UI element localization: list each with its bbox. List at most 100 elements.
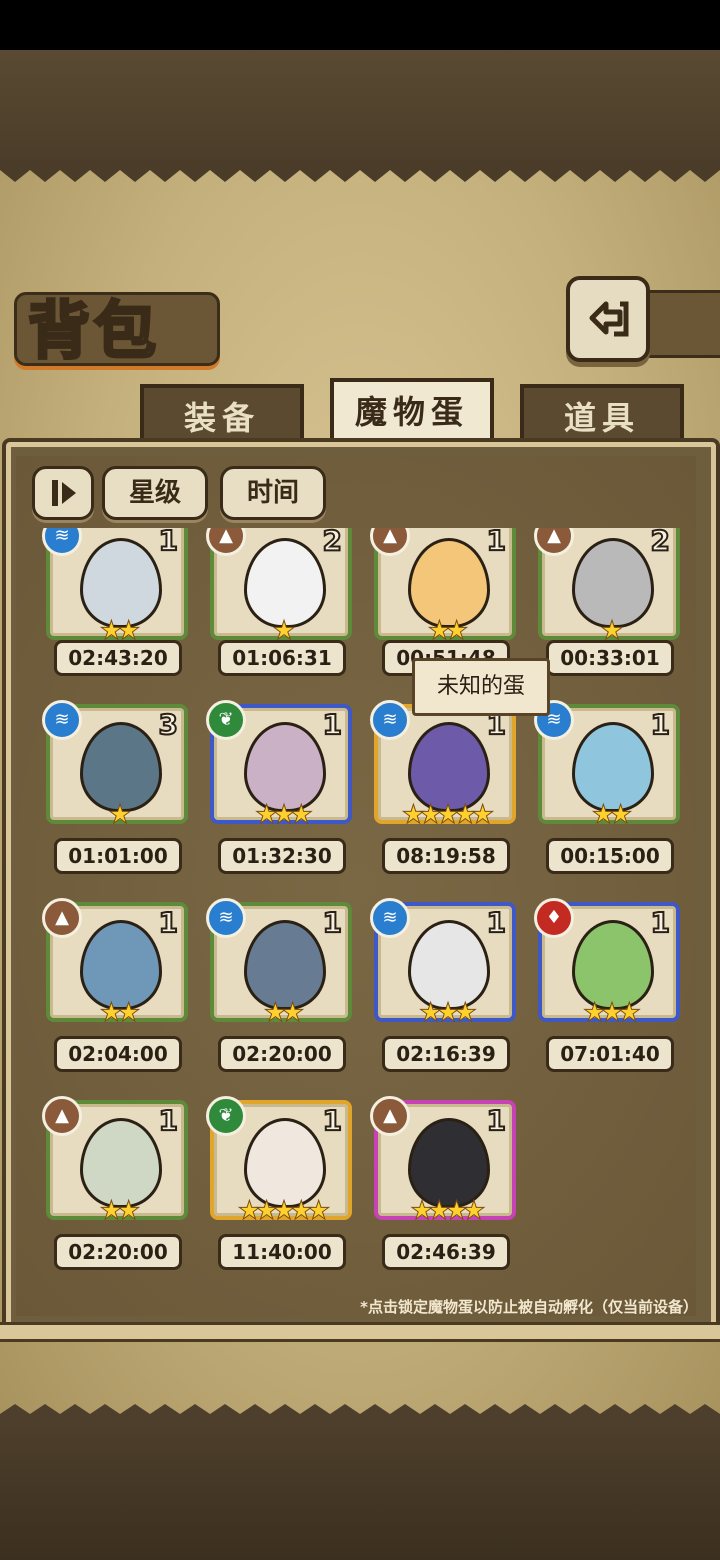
egg-count: 1 [485,528,507,558]
hatch-timer: 07:01:40 [546,1036,674,1072]
hatch-timer: 01:32:30 [218,838,346,874]
bottom-map-banner [0,1420,720,1560]
back-button[interactable] [566,276,650,362]
top-torn-edge [0,160,720,182]
egg-count: 2 [321,528,343,558]
order-toggle-icon [52,480,76,506]
hatch-timer: 00:33:01 [546,640,674,676]
egg-count: 1 [485,905,507,940]
egg-card[interactable]: ≋ 1 ★★ [534,700,680,831]
egg-count: 1 [321,905,343,940]
back-button-rail [644,290,720,358]
earth-element-icon: ▲ [534,528,574,556]
water-element-icon: ≋ [42,528,82,556]
egg-icon [408,722,490,812]
water-element-icon: ≋ [42,700,82,740]
egg-card[interactable]: ▲ 1 ★★ [42,898,188,1029]
egg-card[interactable]: ❦ 1 ★★★★★ [206,1096,352,1227]
egg-card[interactable]: ▲ 2 ★ [206,528,352,647]
egg-icon [244,538,326,628]
egg-count: 3 [157,707,179,742]
egg-icon [244,920,326,1010]
star-rating: ★★★★★ [237,1196,331,1227]
star-rating: ★★★ [583,998,642,1029]
egg-card[interactable]: ≋ 1 ★★★ [370,898,516,1029]
top-map-banner [0,50,720,170]
earth-element-icon: ▲ [370,528,410,556]
star-rating: ★ [108,800,132,831]
egg-card[interactable]: ▲ 2 ★ [534,528,680,647]
fire-element-icon: ♦ [534,898,574,938]
page-title: 背包 [26,293,161,369]
star-rating: ★★ [263,998,305,1029]
hatch-timer: 00:15:00 [546,838,674,874]
return-arrow-icon [589,301,629,337]
egg-card[interactable]: ▲ 1 ★★ [42,1096,188,1227]
water-element-icon: ≋ [370,700,410,740]
egg-icon [80,722,162,812]
egg-count: 1 [157,528,179,558]
egg-icon [80,1118,162,1208]
egg-icon [80,538,162,628]
tab-monster-eggs[interactable]: 魔物蛋 [330,378,494,448]
egg-icon [572,722,654,812]
egg-count: 1 [157,1103,179,1138]
star-rating: ★★★ [255,800,314,831]
egg-icon [80,920,162,1010]
tab-items[interactable]: 道具 [520,384,684,444]
egg-tooltip: 未知的蛋 [412,658,550,716]
egg-card[interactable]: ≋ 1 ★★ [42,528,188,647]
star-rating: ★★ [591,800,633,831]
egg-count: 1 [321,1103,343,1138]
earth-element-icon: ▲ [42,898,82,938]
star-rating: ★★★★ [410,1196,486,1227]
egg-count: 1 [321,707,343,742]
order-toggle-button[interactable] [32,466,94,520]
hatch-timer: 02:46:39 [382,1234,510,1270]
egg-card[interactable]: ❦ 1 ★★★ [206,700,352,831]
star-rating: ★★ [99,998,141,1029]
tab-label: 魔物蛋 [354,393,469,431]
egg-icon [244,722,326,812]
panel-bottom-rail [0,1322,720,1342]
sort-by-star-button[interactable]: 星级 [102,466,208,520]
egg-count: 1 [157,905,179,940]
hatch-timer: 02:04:00 [54,1036,182,1072]
sort-by-time-button[interactable]: 时间 [220,466,326,520]
star-rating: ★★ [99,1196,141,1227]
hatch-timer: 02:43:20 [54,640,182,676]
earth-element-icon: ▲ [206,528,246,556]
hatch-timer: 01:01:00 [54,838,182,874]
egg-count: 2 [649,528,671,558]
hatch-timer: 02:16:39 [382,1036,510,1072]
leaf-element-icon: ❦ [206,1096,246,1136]
egg-icon [572,538,654,628]
bottom-torn-edge [0,1404,720,1426]
egg-card[interactable]: ≋ 3 ★ [42,700,188,831]
hatch-timer: 01:06:31 [218,640,346,676]
egg-grid: ≋1★★02:43:20▲2★01:06:31▲1★★00:51:48▲2★00… [16,528,696,1288]
star-rating: ★★★ [419,998,478,1029]
egg-count: 1 [649,905,671,940]
egg-card[interactable]: ≋ 1 ★★★★★ [370,700,516,831]
egg-icon [244,1118,326,1208]
water-element-icon: ≋ [370,898,410,938]
egg-icon [408,920,490,1010]
leaf-element-icon: ❦ [206,700,246,740]
egg-card[interactable]: ♦ 1 ★★★ [534,898,680,1029]
egg-count: 1 [649,707,671,742]
hatch-timer: 11:40:00 [218,1234,346,1270]
hatch-timer: 02:20:00 [218,1036,346,1072]
egg-count: 1 [485,1103,507,1138]
egg-card[interactable]: ≋ 1 ★★ [206,898,352,1029]
egg-icon [408,538,490,628]
earth-element-icon: ▲ [42,1096,82,1136]
earth-element-icon: ▲ [370,1096,410,1136]
tab-equipment[interactable]: 装备 [140,384,304,444]
water-element-icon: ≋ [206,898,246,938]
hatch-timer: 08:19:58 [382,838,510,874]
egg-card[interactable]: ▲ 1 ★★★★ [370,1096,516,1227]
egg-card[interactable]: ▲ 1 ★★ [370,528,516,647]
lock-hint-text: *点击锁定魔物蛋以防止被自动孵化（仅当前设备） [360,1298,698,1316]
tab-label: 装备 [183,399,260,437]
